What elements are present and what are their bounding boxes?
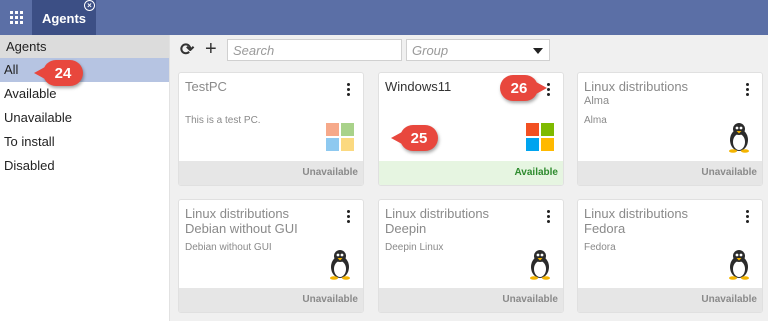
linux-icon	[729, 123, 749, 153]
chevron-down-icon	[533, 48, 543, 54]
sidebar-item-all[interactable]: All	[0, 58, 169, 82]
callout-marker-25: 25	[391, 125, 438, 151]
sidebar-item-disabled[interactable]: Disabled	[0, 154, 169, 178]
sidebar-item-to-install[interactable]: To install	[0, 130, 169, 154]
close-icon[interactable]: ×	[84, 0, 95, 11]
card-description: Debian without GUI	[185, 242, 272, 253]
windows-icon	[526, 123, 554, 151]
sidebar-item-available[interactable]: Available	[0, 82, 169, 106]
grid-icon	[9, 11, 23, 24]
group-select[interactable]: Group	[406, 39, 550, 61]
tab-agents[interactable]: Agents ×	[32, 0, 96, 35]
more-options-icon[interactable]	[547, 83, 551, 97]
sidebar-item-unavailable[interactable]: Unavailable	[0, 106, 169, 130]
card-description: Deepin Linux	[385, 242, 444, 253]
search-input[interactable]	[227, 39, 402, 61]
callout-marker-24: 24	[34, 60, 83, 86]
card-title: Linux distributions	[185, 206, 290, 221]
toolbar: ⟳ + Group	[170, 35, 768, 65]
refresh-icon[interactable]: ⟳	[180, 41, 198, 59]
card-subtitle: Deepin	[385, 221, 427, 236]
tab-label: Agents	[41, 11, 87, 26]
more-options-icon[interactable]	[347, 83, 351, 97]
card-title: Linux distributions	[584, 79, 689, 94]
card-subtitle: Debian without GUI	[185, 221, 298, 236]
more-options-icon[interactable]	[746, 83, 750, 97]
sidebar: Agents All Available Unavailable To inst…	[0, 35, 170, 321]
status-badge: Unavailable	[379, 288, 563, 312]
agents-grid: TestPC This is a test PC. Unavailable Wi…	[170, 65, 768, 321]
callout-number: 25	[410, 129, 428, 147]
card-subtitle: Fedora	[584, 221, 626, 236]
status-badge: Unavailable	[179, 161, 363, 185]
agent-card-testpc[interactable]: TestPC This is a test PC. Unavailable	[178, 72, 364, 186]
windows-icon	[326, 123, 354, 151]
more-options-icon[interactable]	[746, 210, 750, 224]
card-description: Fedora	[584, 242, 616, 253]
status-badge: Available	[379, 161, 563, 185]
card-description: This is a test PC.	[185, 115, 261, 126]
apps-menu-button[interactable]	[0, 0, 32, 35]
callout-number: 26	[510, 79, 528, 97]
card-title: TestPC	[185, 79, 227, 94]
more-options-icon[interactable]	[547, 210, 551, 224]
agent-card-alma[interactable]: Linux distributions Alma Alma Unavailabl…	[577, 72, 763, 186]
linux-icon	[330, 250, 350, 280]
linux-icon	[729, 250, 749, 280]
group-placeholder: Group	[412, 43, 449, 58]
more-options-icon[interactable]	[347, 210, 351, 224]
agent-card-deepin[interactable]: Linux distributions Deepin Deepin Linux …	[378, 199, 564, 313]
plus-icon[interactable]: +	[205, 39, 221, 59]
callout-number: 24	[54, 64, 72, 82]
sidebar-title: Agents	[0, 35, 169, 58]
agent-card-debian[interactable]: Linux distributions Debian without GUI D…	[178, 199, 364, 313]
status-badge: Unavailable	[578, 288, 762, 312]
card-title: Linux distributions	[385, 206, 490, 221]
card-title: Linux distributions	[584, 206, 689, 221]
top-bar: Agents ×	[0, 0, 768, 35]
status-badge: Unavailable	[578, 161, 762, 185]
card-subtitle: Alma	[584, 95, 610, 107]
card-description: Alma	[584, 115, 607, 126]
callout-marker-26: 26	[500, 75, 547, 101]
card-title: Windows11	[385, 79, 452, 94]
agent-card-fedora[interactable]: Linux distributions Fedora Fedora Unavai…	[577, 199, 763, 313]
linux-icon	[530, 250, 550, 280]
status-badge: Unavailable	[179, 288, 363, 312]
